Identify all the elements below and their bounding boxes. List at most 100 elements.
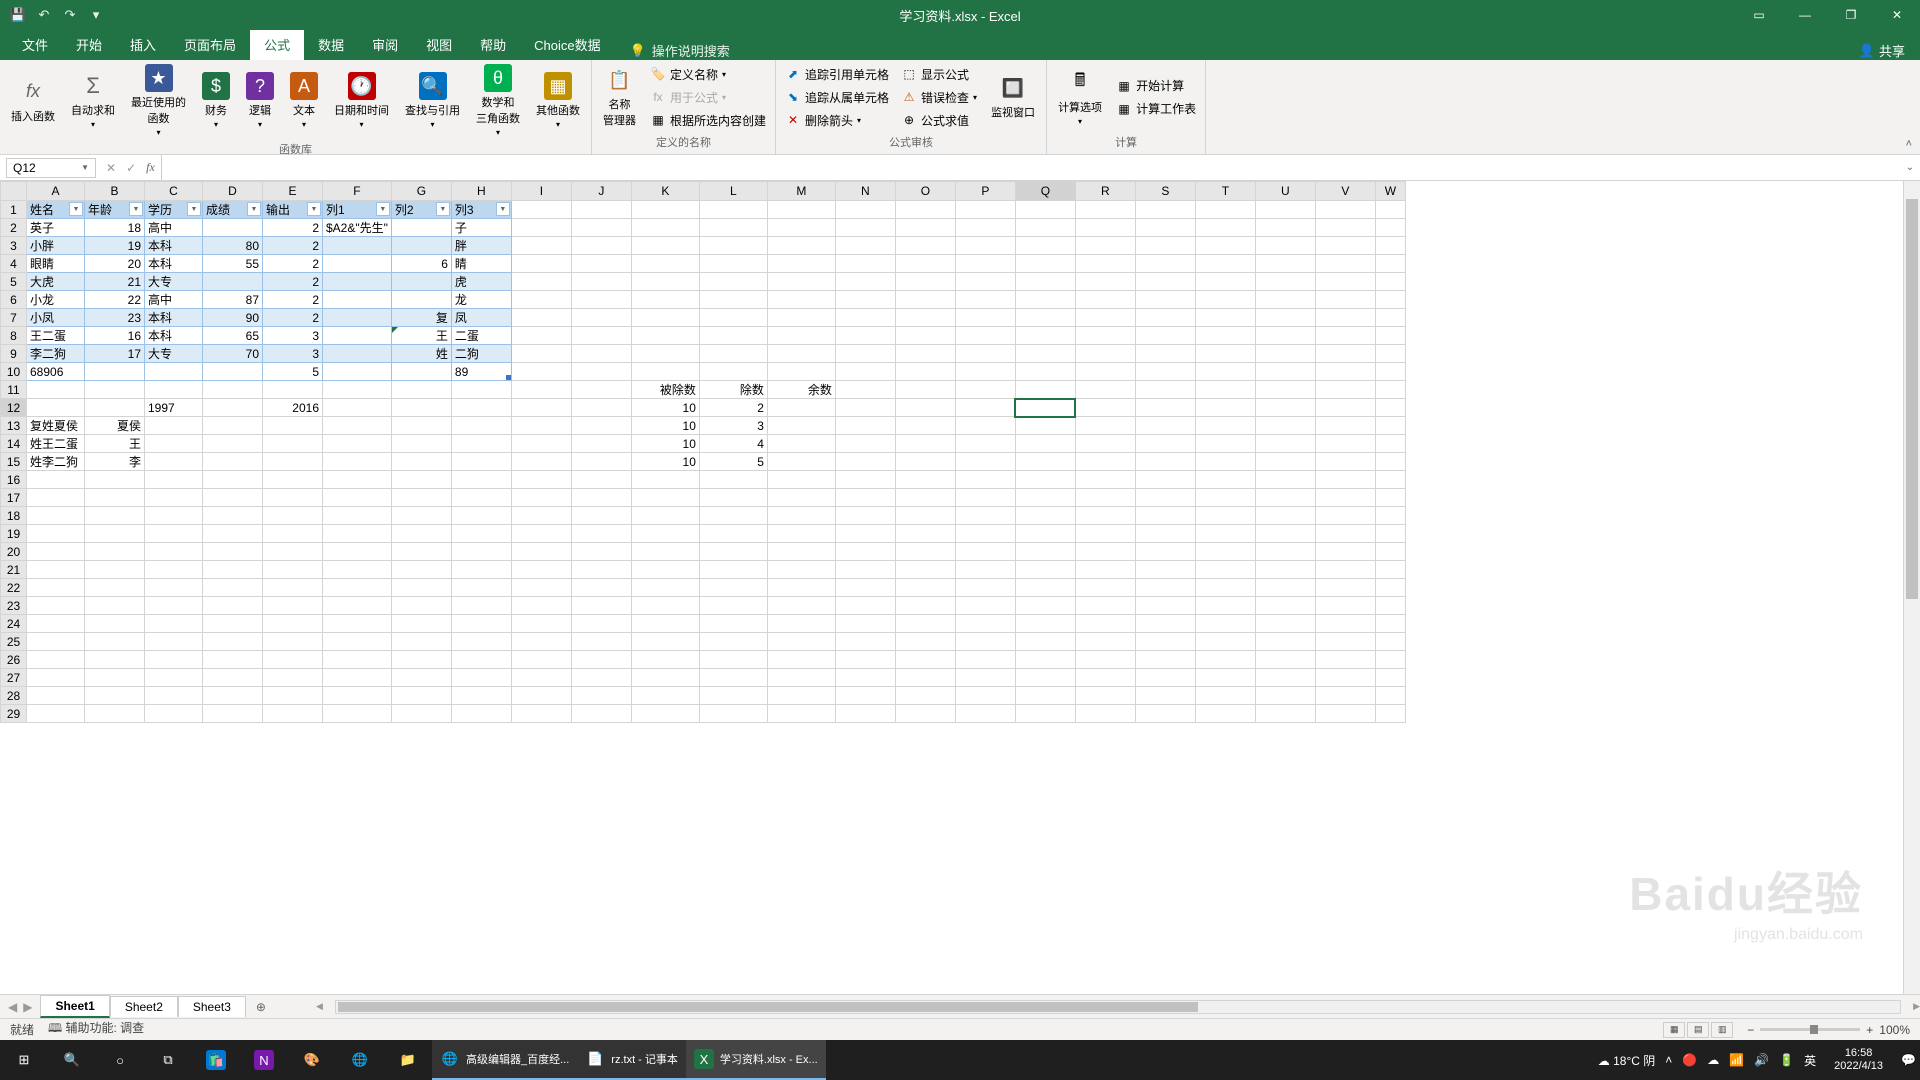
cell[interactable] <box>895 309 955 327</box>
cell[interactable] <box>1135 327 1195 345</box>
zoom-control[interactable]: − + 100% <box>1747 1023 1910 1037</box>
cell[interactable] <box>1255 561 1315 579</box>
cell[interactable] <box>323 651 392 669</box>
cell[interactable] <box>145 381 203 399</box>
cell[interactable]: ▼姓名 <box>27 201 85 219</box>
cell[interactable]: 眼睛 <box>27 255 85 273</box>
cell[interactable] <box>451 561 511 579</box>
row-header[interactable]: 20 <box>1 543 27 561</box>
cell[interactable] <box>571 471 631 489</box>
cell[interactable] <box>1375 561 1405 579</box>
autosum-button[interactable]: Σ自动求和▾ <box>65 70 121 131</box>
cell[interactable] <box>1015 669 1075 687</box>
cell[interactable] <box>631 489 699 507</box>
start-button[interactable]: ⊞ <box>0 1040 48 1080</box>
cell[interactable] <box>203 219 263 237</box>
cell[interactable]: 5 <box>263 363 323 381</box>
cell[interactable]: 10 <box>631 435 699 453</box>
cell[interactable] <box>451 525 511 543</box>
cell[interactable] <box>631 579 699 597</box>
cell[interactable] <box>835 471 895 489</box>
column-header[interactable]: T <box>1195 182 1255 201</box>
cell[interactable]: 除数 <box>699 381 767 399</box>
cell[interactable] <box>1015 201 1075 219</box>
cell[interactable] <box>1375 453 1405 471</box>
cell[interactable] <box>571 201 631 219</box>
row-header[interactable]: 17 <box>1 489 27 507</box>
cell[interactable] <box>27 615 85 633</box>
cell[interactable] <box>1315 237 1375 255</box>
cell[interactable] <box>1315 255 1375 273</box>
cell[interactable] <box>1375 597 1405 615</box>
cell[interactable] <box>511 471 571 489</box>
cell[interactable] <box>955 687 1015 705</box>
cell[interactable] <box>511 273 571 291</box>
cell[interactable] <box>85 687 145 705</box>
cell[interactable] <box>1135 399 1195 417</box>
cell[interactable] <box>451 615 511 633</box>
cell[interactable] <box>1075 705 1135 723</box>
cell[interactable] <box>85 597 145 615</box>
cell[interactable] <box>699 669 767 687</box>
cell[interactable] <box>323 489 392 507</box>
column-header[interactable]: D <box>203 182 263 201</box>
cell[interactable] <box>145 615 203 633</box>
cell[interactable] <box>955 525 1015 543</box>
tray-battery-icon[interactable]: 🔋 <box>1779 1053 1794 1067</box>
tab-layout[interactable]: 页面布局 <box>170 29 250 60</box>
filter-dropdown-icon[interactable]: ▼ <box>307 202 321 216</box>
cell[interactable] <box>699 651 767 669</box>
cell[interactable] <box>835 291 895 309</box>
cell[interactable] <box>699 489 767 507</box>
cell[interactable]: 本科 <box>145 237 203 255</box>
cell[interactable] <box>1015 219 1075 237</box>
status-accessibility[interactable]: 🕮 辅助功能: 调查 <box>48 1019 144 1040</box>
cell[interactable] <box>391 615 451 633</box>
cell[interactable]: 姓李二狗 <box>27 453 85 471</box>
cell[interactable] <box>1015 615 1075 633</box>
cell[interactable] <box>1195 435 1255 453</box>
cell[interactable] <box>631 507 699 525</box>
cell[interactable] <box>1075 561 1135 579</box>
cell[interactable] <box>85 669 145 687</box>
cell[interactable] <box>323 633 392 651</box>
cell[interactable] <box>631 669 699 687</box>
logical-button[interactable]: ?逻辑▾ <box>240 70 280 131</box>
cell[interactable] <box>571 345 631 363</box>
cell[interactable] <box>767 237 835 255</box>
cell[interactable] <box>27 705 85 723</box>
cell[interactable] <box>263 633 323 651</box>
cell[interactable] <box>1195 417 1255 435</box>
cell[interactable] <box>203 435 263 453</box>
cell[interactable] <box>451 597 511 615</box>
column-header[interactable]: K <box>631 182 699 201</box>
cell[interactable] <box>1195 327 1255 345</box>
cell[interactable] <box>1135 417 1195 435</box>
cell[interactable] <box>1315 687 1375 705</box>
cell[interactable] <box>145 687 203 705</box>
expand-formula-bar-icon[interactable]: ⌄ <box>1900 162 1920 173</box>
cell[interactable] <box>145 471 203 489</box>
cell[interactable] <box>631 363 699 381</box>
cell[interactable] <box>85 561 145 579</box>
cell[interactable]: 2 <box>263 273 323 291</box>
cell[interactable] <box>391 363 451 381</box>
cell[interactable] <box>1015 525 1075 543</box>
cell[interactable] <box>699 201 767 219</box>
cell[interactable] <box>1015 417 1075 435</box>
cell[interactable] <box>1015 273 1075 291</box>
cell[interactable] <box>571 453 631 471</box>
confirm-formula-icon[interactable]: ✓ <box>126 161 136 175</box>
cell[interactable]: 21 <box>85 273 145 291</box>
notifications-icon[interactable]: 💬 <box>1901 1053 1916 1067</box>
cell[interactable] <box>203 579 263 597</box>
cell[interactable] <box>323 561 392 579</box>
cell[interactable]: 本科 <box>145 309 203 327</box>
cell[interactable] <box>323 543 392 561</box>
cell[interactable] <box>1195 705 1255 723</box>
cell[interactable] <box>895 561 955 579</box>
sheet-tab-3[interactable]: Sheet3 <box>178 996 246 1017</box>
cell[interactable] <box>1195 471 1255 489</box>
cell[interactable] <box>203 597 263 615</box>
cell[interactable] <box>1195 255 1255 273</box>
